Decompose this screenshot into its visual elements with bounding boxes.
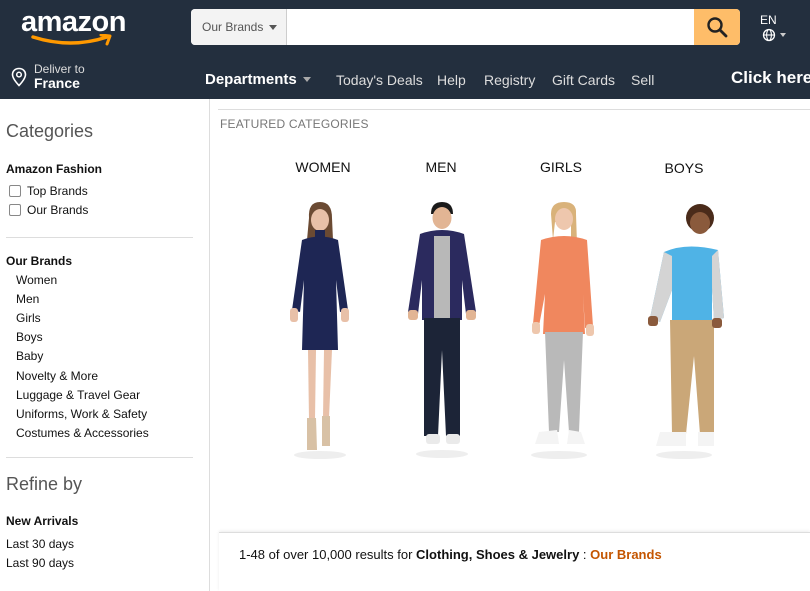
category-label-women[interactable]: WOMEN [295,159,350,175]
nav-link-todays-deals[interactable]: Today's Deals [336,72,423,88]
top-header: amazon Our Brands EN [0,0,810,58]
search-icon [707,17,728,38]
checkbox-label: Our Brands [27,203,89,217]
top-brands-checkbox[interactable]: Top Brands [9,184,88,198]
search-category-dropdown[interactable]: Our Brands [191,9,287,45]
divider [6,237,193,238]
nav-link-help[interactable]: Help [437,72,466,88]
language-selector[interactable] [762,28,786,42]
new-arrivals-heading: New Arrivals [6,514,79,528]
categories-heading: Categories [6,121,94,141]
divider [218,109,810,110]
results-brand-link[interactable]: Our Brands [590,547,662,562]
our-brands-heading: Our Brands [6,254,73,268]
arrival-link-90-days[interactable]: Last 90 days [6,556,74,570]
chevron-down-icon [780,33,786,37]
brand-link-luggage[interactable]: Luggage & Travel Gear [16,388,140,402]
amazon-fashion-heading: Amazon Fashion [6,162,103,176]
checkbox-icon [9,185,21,197]
nav-link-registry[interactable]: Registry [484,72,535,88]
deliver-country: France [34,75,80,92]
brand-link-women[interactable]: Women [16,273,57,287]
category-image-boys[interactable] [642,200,726,460]
brand-link-costumes[interactable]: Costumes & Accessories [16,426,149,440]
brand-link-men[interactable]: Men [16,292,39,306]
results-count: 1-48 of over 10,000 results for [239,547,417,562]
brand-link-novelty[interactable]: Novelty & More [16,369,98,383]
our-brands-checkbox[interactable]: Our Brands [9,203,88,217]
brand-link-boys[interactable]: Boys [16,330,43,344]
category-label-girls[interactable]: GIRLS [540,159,582,175]
nav-link-gift-cards[interactable]: Gift Cards [552,72,615,88]
search-category-label: Our Brands [202,20,264,34]
left-sidebar: Categories Amazon Fashion Top Brands Our… [0,99,210,591]
smile-icon [31,34,112,46]
results-separator: : [579,547,591,562]
divider [6,457,193,458]
checkbox-icon [9,204,21,216]
brand-link-girls[interactable]: Girls [16,311,41,325]
chevron-down-icon [302,77,311,82]
category-image-men[interactable] [400,200,484,460]
search-input[interactable] [287,9,694,45]
search-button[interactable] [694,9,740,45]
amazon-logo[interactable]: amazon [21,6,126,46]
location-pin-icon [11,67,27,87]
promo-click-here-link[interactable]: Click here [731,68,810,88]
brand-link-uniforms[interactable]: Uniforms, Work & Safety [16,407,147,421]
globe-icon [762,28,776,42]
departments-menu[interactable]: Departments [205,71,311,88]
category-image-women[interactable] [278,200,362,460]
arrival-link-30-days[interactable]: Last 30 days [6,537,74,551]
results-summary: 1-48 of over 10,000 results for Clothing… [239,547,662,562]
category-label-men[interactable]: MEN [425,159,456,175]
nav-bar: Deliver to France Departments Today's De… [0,58,810,99]
results-summary-bar: 1-48 of over 10,000 results for Clothing… [219,532,810,591]
nav-link-sell[interactable]: Sell [631,72,654,88]
results-query: Clothing, Shoes & Jewelry [416,547,580,562]
category-image-girls[interactable] [515,200,599,460]
chevron-down-icon [269,24,278,30]
refine-by-heading: Refine by [6,474,83,494]
language-label[interactable]: EN [760,13,777,27]
departments-label: Departments [205,71,297,88]
category-label-boys[interactable]: BOYS [665,160,704,176]
featured-categories-heading: FEATURED CATEGORIES [220,117,369,131]
search-bar: Our Brands [191,9,740,45]
checkbox-label: Top Brands [27,184,88,198]
deliver-to-location[interactable]: Deliver to France [10,62,85,92]
brand-link-baby[interactable]: Baby [16,349,43,363]
